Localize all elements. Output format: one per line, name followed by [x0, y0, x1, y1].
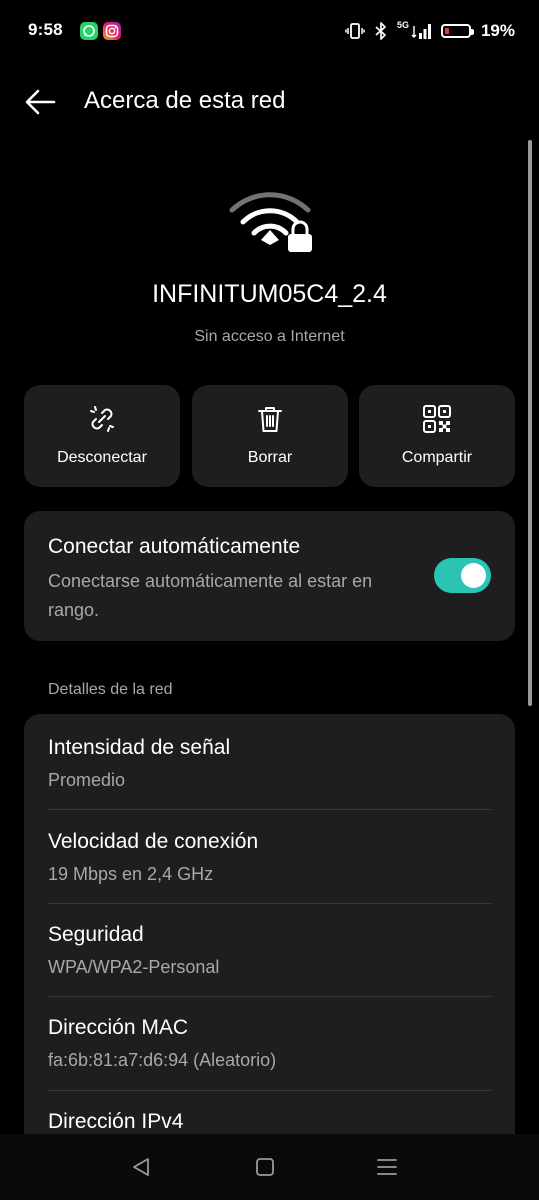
back-button[interactable]: [20, 82, 60, 122]
share-label: Compartir: [401, 449, 473, 466]
delete-label: Borrar: [247, 449, 293, 466]
network-name: INFINITUM05C4_2.4: [152, 280, 387, 308]
section-label: Detalles de la red: [48, 681, 173, 698]
status-bar: 9:58 5G 19%: [0, 0, 539, 62]
bluetooth-icon: [375, 22, 386, 40]
detail-row-security[interactable]: Seguridad WPA/WPA2-Personal: [48, 923, 491, 978]
detail-title: Velocidad de conexión: [48, 830, 259, 853]
detail-row-link-speed[interactable]: Velocidad de conexión 19 Mbps en 2,4 GHz: [48, 830, 491, 885]
detail-value: WPA/WPA2-Personal: [48, 957, 220, 977]
app-bar: Acerca de esta red: [0, 68, 539, 134]
divider: [48, 809, 491, 810]
detail-row-mac-address[interactable]: Dirección MAC fa:6b:81:a7:d6:94 (Aleator…: [48, 1016, 491, 1071]
auto-connect-title: Conectar automáticamente: [48, 535, 301, 558]
detail-title: Dirección MAC: [48, 1016, 189, 1039]
divider: [48, 1090, 491, 1091]
nav-home-icon[interactable]: [250, 1152, 280, 1182]
detail-value: fa:6b:81:a7:d6:94 (Aleatorio): [48, 1050, 277, 1070]
battery-level: [444, 28, 449, 34]
navigation-bar: [0, 1134, 539, 1200]
divider: [48, 903, 491, 904]
network-type-label: 5G: [396, 20, 409, 30]
wifi-locked-icon: [229, 192, 312, 252]
disconnect-label: Desconectar: [57, 449, 147, 466]
network-status: Sin acceso a Internet: [194, 328, 345, 345]
detail-title: Intensidad de señal: [48, 736, 231, 759]
detail-title: Seguridad: [48, 923, 144, 946]
detail-title: Dirección IPv4: [48, 1110, 184, 1133]
unlink-icon: [90, 406, 114, 432]
arrow-left-icon: [25, 89, 56, 115]
trash-icon: [258, 407, 282, 432]
scrollbar[interactable]: [528, 140, 532, 706]
battery-percent: 19%: [480, 21, 515, 40]
qr-code-icon: [423, 405, 451, 433]
auto-connect-description: Conectarse automáticamente al estar en r…: [48, 571, 373, 620]
page-title: Acerca de esta red: [84, 87, 286, 114]
divider: [48, 996, 491, 997]
network-details-card: Intensidad de señal Promedio Velocidad d…: [24, 714, 515, 1144]
instagram-icon: [103, 22, 121, 40]
vibrate-icon: [345, 23, 365, 39]
share-button[interactable]: Compartir: [359, 385, 515, 487]
cell-signal-icon: [411, 24, 431, 39]
whatsapp-icon: [80, 22, 98, 40]
detail-value: 19 Mbps en 2,4 GHz: [48, 864, 214, 884]
nav-back-icon[interactable]: [126, 1152, 156, 1182]
toggle-knob: [461, 563, 486, 588]
battery-icon: [440, 24, 474, 38]
auto-connect-card[interactable]: Conectar automáticamente Conectarse auto…: [24, 511, 515, 641]
detail-row-signal-strength[interactable]: Intensidad de señal Promedio: [48, 736, 491, 791]
detail-value: Promedio: [48, 770, 126, 790]
auto-connect-toggle[interactable]: [434, 558, 491, 593]
disconnect-button[interactable]: Desconectar: [24, 385, 180, 487]
nav-menu-icon[interactable]: [372, 1152, 402, 1182]
status-time: 9:58: [28, 20, 63, 39]
delete-button[interactable]: Borrar: [192, 385, 348, 487]
system-icons: 5G 19%: [345, 19, 515, 43]
